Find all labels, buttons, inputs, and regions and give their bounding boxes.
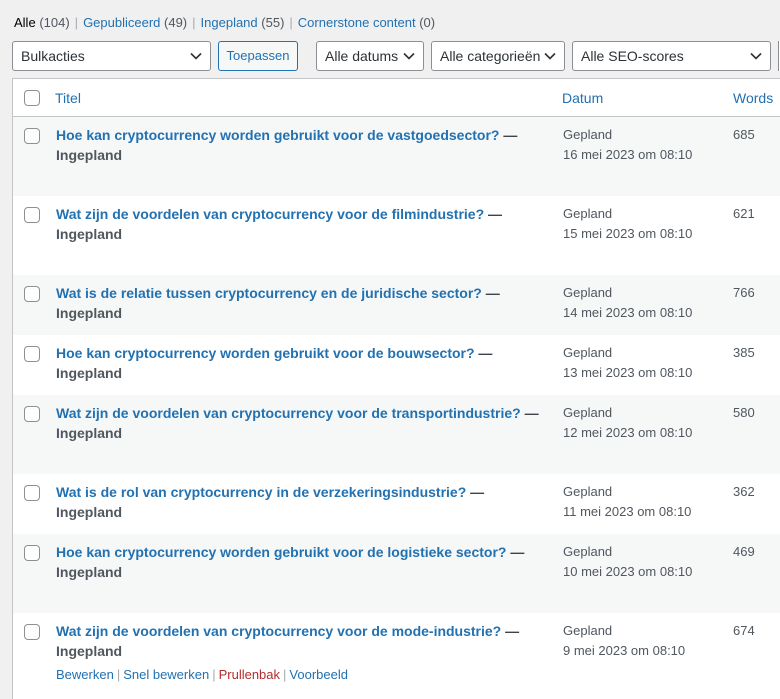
row-checkbox[interactable] — [24, 346, 40, 362]
table-row: Hoe kan cryptocurrency worden gebruikt v… — [13, 117, 780, 196]
row-actions: Bewerken | Snel bewerken | Prullenbak | Voorbe… — [56, 667, 348, 682]
post-status: Gepland — [563, 405, 613, 420]
seo-score-filter-select[interactable]: Alle SEO-scores — [572, 41, 771, 71]
word-count: 685 — [733, 127, 755, 142]
post-title: Wat is de relatie tussen cryptocurrency … — [56, 285, 500, 321]
chevron-down-icon — [403, 52, 415, 60]
post-status: Gepland — [563, 484, 613, 499]
table-row: Wat is de relatie tussen cryptocurrency … — [13, 275, 780, 335]
post-datetime: 15 mei 2023 om 08:10 — [563, 226, 693, 241]
post-status: Gepland — [563, 623, 613, 638]
table-row: Hoe kan cryptocurrency worden gebruikt v… — [13, 534, 780, 613]
post-status: Gepland — [563, 345, 613, 360]
post-state: Ingepland — [56, 425, 123, 441]
post-title: Wat zijn de voordelen van cryptocurrency… — [56, 206, 503, 242]
post-state: Ingepland — [56, 365, 123, 381]
table-row: Wat zijn de voordelen van cryptocurrency… — [13, 613, 780, 699]
post-status: Gepland — [563, 127, 613, 142]
post-status: Gepland — [563, 206, 613, 221]
post-date: Gepland 13 mei 2023 om 08:10 — [563, 343, 723, 383]
post-state: Ingepland — [56, 564, 123, 580]
post-title-link[interactable]: Hoe kan cryptocurrency worden gebruikt v… — [56, 345, 475, 361]
posts-table: Titel Datum Words Hoe kan cryptocurrency… — [12, 78, 780, 699]
word-count: 766 — [733, 285, 755, 300]
row-checkbox[interactable] — [24, 128, 40, 144]
post-title: Wat zijn de voordelen van cryptocurrency… — [56, 623, 520, 659]
word-count: 580 — [733, 405, 755, 420]
post-title-link[interactable]: Wat is de rol van cryptocurrency in de v… — [56, 484, 466, 500]
post-status: Gepland — [563, 285, 613, 300]
bulk-actions-select[interactable]: Bulkacties — [12, 41, 211, 71]
post-date: Gepland 12 mei 2023 om 08:10 — [563, 403, 723, 443]
apply-button[interactable]: Toepassen — [218, 41, 298, 71]
quick-edit-link[interactable]: Snel bewerken — [123, 667, 209, 682]
chevron-down-icon — [750, 52, 762, 60]
post-title: Hoe kan cryptocurrency worden gebruikt v… — [56, 127, 518, 163]
post-date: Gepland 10 mei 2023 om 08:10 — [563, 542, 723, 582]
post-title: Wat is de rol van cryptocurrency in de v… — [56, 484, 485, 520]
word-count: 362 — [733, 484, 755, 499]
word-count: 674 — [733, 623, 755, 638]
preview-link[interactable]: Voorbeeld — [289, 667, 348, 682]
post-datetime: 10 mei 2023 om 08:10 — [563, 564, 693, 579]
table-header: Titel Datum Words — [13, 79, 780, 117]
post-date: Gepland 11 mei 2023 om 08:10 — [563, 482, 723, 522]
table-row: Hoe kan cryptocurrency worden gebruikt v… — [13, 335, 780, 395]
word-count: 385 — [733, 345, 755, 360]
post-title-link[interactable]: Wat zijn de voordelen van cryptocurrency… — [56, 623, 501, 639]
post-datetime: 16 mei 2023 om 08:10 — [563, 147, 693, 162]
select-all-checkbox[interactable] — [24, 90, 40, 106]
edit-link[interactable]: Bewerken — [56, 667, 114, 682]
word-count: 469 — [733, 544, 755, 559]
table-row: Wat zijn de voordelen van cryptocurrency… — [13, 196, 780, 275]
post-state: Ingepland — [56, 643, 123, 659]
row-checkbox[interactable] — [24, 485, 40, 501]
post-state: Ingepland — [56, 504, 123, 520]
post-datetime: 14 mei 2023 om 08:10 — [563, 305, 693, 320]
post-title-link[interactable]: Wat is de relatie tussen cryptocurrency … — [56, 285, 482, 301]
post-date: Gepland 16 mei 2023 om 08:10 — [563, 125, 723, 165]
chevron-down-icon — [190, 52, 202, 60]
row-checkbox[interactable] — [24, 624, 40, 640]
post-title: Wat zijn de voordelen van cryptocurrency… — [56, 405, 539, 441]
post-datetime: 11 mei 2023 om 08:10 — [563, 504, 692, 519]
post-datetime: 12 mei 2023 om 08:10 — [563, 425, 693, 440]
chevron-down-icon — [544, 52, 556, 60]
row-checkbox[interactable] — [24, 207, 40, 223]
row-checkbox[interactable] — [24, 406, 40, 422]
post-title-link[interactable]: Wat zijn de voordelen van cryptocurrency… — [56, 206, 484, 222]
trash-link[interactable]: Prullenbak — [219, 667, 280, 682]
date-filter-select[interactable]: Alle datums — [316, 41, 424, 71]
row-checkbox[interactable] — [24, 545, 40, 561]
category-filter-select[interactable]: Alle categorieën — [431, 41, 565, 71]
post-title-link[interactable]: Wat zijn de voordelen van cryptocurrency… — [56, 405, 521, 421]
post-state: Ingepland — [56, 226, 123, 242]
table-row: Wat zijn de voordelen van cryptocurrency… — [13, 395, 780, 474]
post-title-link[interactable]: Hoe kan cryptocurrency worden gebruikt v… — [56, 127, 499, 143]
filter-all[interactable]: Alle (104) — [14, 15, 70, 30]
post-status: Gepland — [563, 544, 613, 559]
table-row: Wat is de rol van cryptocurrency in de v… — [13, 474, 780, 534]
column-words-header[interactable]: Words — [733, 90, 773, 106]
post-datetime: 13 mei 2023 om 08:10 — [563, 365, 693, 380]
post-title: Hoe kan cryptocurrency worden gebruikt v… — [56, 345, 493, 381]
status-filters: Alle (104) | Gepubliceerd (49) | Ingepland (… — [14, 15, 436, 30]
row-checkbox[interactable] — [24, 286, 40, 302]
post-state: Ingepland — [56, 305, 123, 321]
word-count: 621 — [733, 206, 755, 221]
post-state: Ingepland — [56, 147, 123, 163]
filter-scheduled[interactable]: Ingepland (55) — [201, 15, 285, 30]
post-title-link[interactable]: Hoe kan cryptocurrency worden gebruikt v… — [56, 544, 506, 560]
post-datetime: 9 mei 2023 om 08:10 — [563, 643, 686, 658]
post-date: Gepland 14 mei 2023 om 08:10 — [563, 283, 723, 323]
post-date: Gepland 9 mei 2023 om 08:10 — [563, 621, 723, 661]
filter-published[interactable]: Gepubliceerd (49) — [83, 15, 187, 30]
column-title-header[interactable]: Titel — [55, 90, 81, 106]
column-date-header[interactable]: Datum — [562, 90, 603, 106]
post-title: Hoe kan cryptocurrency worden gebruikt v… — [56, 544, 525, 580]
post-date: Gepland 15 mei 2023 om 08:10 — [563, 204, 723, 244]
filter-cornerstone[interactable]: Cornerstone content (0) — [298, 15, 435, 30]
